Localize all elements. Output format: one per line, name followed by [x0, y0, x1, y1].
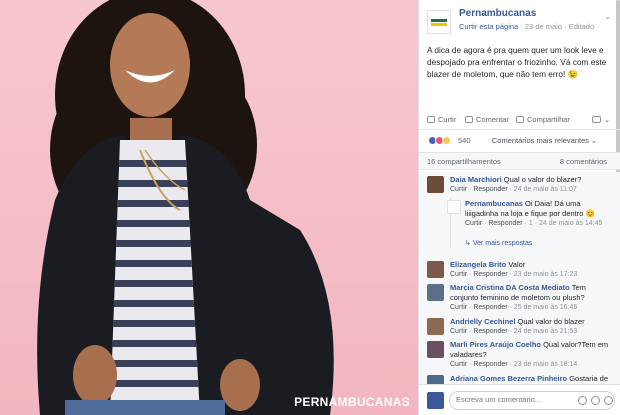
commenter-name[interactable]: Marli Pires Araújo Coelho: [450, 340, 541, 349]
page-logo-avatar[interactable]: [427, 10, 451, 34]
reply-reply-link[interactable]: Responder: [488, 220, 522, 227]
commenter-name[interactable]: Daia Marchiori: [450, 175, 502, 184]
comment-time[interactable]: 24 de maio às 21:53: [514, 328, 577, 335]
comments-count[interactable]: 8 comentários: [560, 157, 607, 166]
commenter-avatar[interactable]: [427, 176, 444, 193]
post-side-panel: Pernambucanas Curtir esta página · 23 de…: [418, 0, 620, 415]
post-actions-bar: Curtir Comentar Compartilhar ⌄: [419, 112, 620, 130]
shares-count[interactable]: 16 compartilhamentos: [427, 157, 501, 166]
camera-icon[interactable]: [578, 396, 587, 405]
comment-bubble-icon: [465, 116, 473, 123]
comment-time[interactable]: 23 de maio às 17:23: [514, 271, 577, 278]
commenter-name[interactable]: Elizangela Brito: [450, 260, 506, 269]
commenter-name[interactable]: Andrielly Cechinel: [450, 317, 515, 326]
comment-composer: [419, 384, 620, 415]
commenter-avatar[interactable]: [427, 375, 444, 384]
share-label: Compartilhar: [527, 115, 570, 124]
brand-watermark: PERNAMBUCANAS: [294, 395, 410, 409]
model-illustration: [37, 0, 334, 415]
post-as-selector[interactable]: ⌄: [592, 115, 610, 124]
comment-field[interactable]: [449, 391, 615, 410]
reply-time[interactable]: 24 de maio às 14:45: [539, 220, 602, 227]
comment-text: Valor: [508, 260, 526, 269]
comment-button[interactable]: Comentar: [465, 115, 509, 124]
comment-label: Comentar: [476, 115, 509, 124]
like-button[interactable]: Curtir: [427, 115, 456, 124]
commenter-name[interactable]: Adriana Gomes Bezerra Pinheiro: [450, 374, 567, 383]
post-date-link[interactable]: 23 de maio: [525, 22, 562, 31]
comment-sort-selector[interactable]: Comentários mais relevantes: [492, 136, 589, 145]
like-label: Curtir: [438, 115, 457, 124]
commenter-avatar[interactable]: [427, 318, 444, 335]
post-header: Pernambucanas Curtir esta página · 23 de…: [427, 8, 615, 38]
comment-reply-link[interactable]: Responder: [473, 361, 507, 368]
commenter-avatar[interactable]: [427, 284, 444, 301]
reply-like-link[interactable]: Curtir: [465, 220, 482, 227]
post-stats: 16 compartilhamentos 8 comentários: [419, 152, 620, 170]
reaction-count[interactable]: 540: [458, 136, 471, 145]
reply-like-count[interactable]: 1: [529, 220, 533, 227]
page-avatar-icon: [592, 116, 601, 123]
comment-input[interactable]: [456, 395, 566, 404]
thumbs-up-icon: [427, 116, 435, 123]
comment-like-link[interactable]: Curtir: [450, 304, 467, 311]
commenter-avatar[interactable]: [427, 261, 444, 278]
comment-like-link[interactable]: Curtir: [450, 271, 467, 278]
comment-like-link[interactable]: Curtir: [450, 328, 467, 335]
comment-reply-link[interactable]: Responder: [473, 271, 507, 278]
commenter-avatar[interactable]: [427, 341, 444, 358]
reply-author-name[interactable]: Pernambucanas: [465, 199, 523, 208]
edited-label[interactable]: Editado: [569, 22, 594, 31]
post-options-chevron-icon[interactable]: ⌄: [604, 12, 611, 21]
comment-time[interactable]: 25 de maio às 16:45: [514, 304, 577, 311]
post-caption: A dica de agora é pra quem quer um look …: [427, 45, 607, 79]
reactions-row: 540 Comentários mais relevantes ⌄: [419, 132, 620, 150]
user-avatar: [427, 392, 444, 409]
comment-text: Qual valor do blazer: [517, 317, 585, 326]
comment-text: Qual o valor do blazer?: [503, 175, 582, 184]
reaction-icons[interactable]: [428, 136, 451, 146]
view-more-replies-link[interactable]: ↳ Ver mais respostas: [465, 239, 532, 247]
sticker-icon[interactable]: [604, 396, 613, 405]
comment-like-link[interactable]: Curtir: [450, 186, 467, 193]
page-name-link[interactable]: Pernambucanas: [459, 8, 536, 19]
follow-page-link[interactable]: Curtir esta página: [459, 22, 518, 31]
share-arrow-icon: [516, 116, 524, 123]
comment-reply-link[interactable]: Responder: [473, 186, 507, 193]
comment-time[interactable]: 24 de maio às 11:07: [514, 186, 577, 193]
comment-like-link[interactable]: Curtir: [450, 361, 467, 368]
post-photo[interactable]: PERNAMBUCANAS: [0, 0, 418, 415]
dropdown-chevron-icon: ⌄: [604, 115, 611, 124]
comment-reply-link[interactable]: Responder: [473, 304, 507, 311]
comment-reply-link[interactable]: Responder: [473, 328, 507, 335]
comment-time[interactable]: 23 de maio às 18:14: [514, 361, 577, 368]
comments-list: Daia Marchiori Qual o valor do blazer? C…: [419, 172, 620, 384]
commenter-name[interactable]: Marcia Cristina DA Costa Mediato: [450, 283, 570, 292]
view-more-replies-label: Ver mais respostas: [472, 240, 533, 247]
page-reply-avatar[interactable]: [447, 200, 461, 214]
share-button[interactable]: Compartilhar: [516, 115, 570, 124]
emoji-icon[interactable]: [591, 396, 600, 405]
wow-reaction-icon: [442, 136, 451, 145]
post-meta: Curtir esta página · 23 de maio · Editad…: [459, 22, 594, 31]
sort-chevron-icon[interactable]: ⌄: [591, 136, 597, 145]
